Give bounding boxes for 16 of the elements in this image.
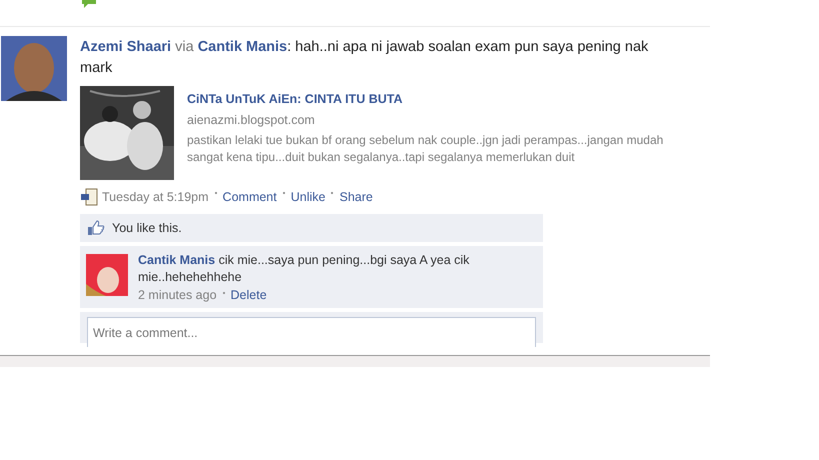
post-message: Azemi Shaari via Cantik Manis: hah..ni apa ni jawab soalan exam pun saya pening nak mark [80,38,650,78]
application-icon [80,188,98,206]
post-action-link[interactable]: Share [339,190,373,204]
post-action-link[interactable]: Comment [222,190,277,204]
attachment-description: pastikan lelaki tue bukan bf orang sebelum nak couple..jgn jadi perampas...jangan mudah sangat kena tipu...duit bukan segalanya..tapi segalanya memerlukan duit [187,132,664,166]
delete-link[interactable]: Delete [230,288,267,302]
post-action-link[interactable]: Unlike [290,190,326,204]
profile-photo[interactable] [1,36,67,101]
thumbs-up-icon [87,220,105,236]
commenter-photo[interactable] [86,254,128,296]
post-time: Tuesday at 5:19pm [102,190,209,204]
attachment-domain: aienazmi.blogspot.com [187,112,316,128]
comment-time: 2 minutes ago [138,288,217,302]
comment-text: Cantik Manis cik mie...saya pun pening...bgi saya A yea cik mie..hehehehhehe [138,252,470,286]
likes-text: You like this. [112,221,182,235]
attachment-title[interactable]: CiNTa UnTuK AiEn: CINTA ITU BUTA [187,91,680,107]
